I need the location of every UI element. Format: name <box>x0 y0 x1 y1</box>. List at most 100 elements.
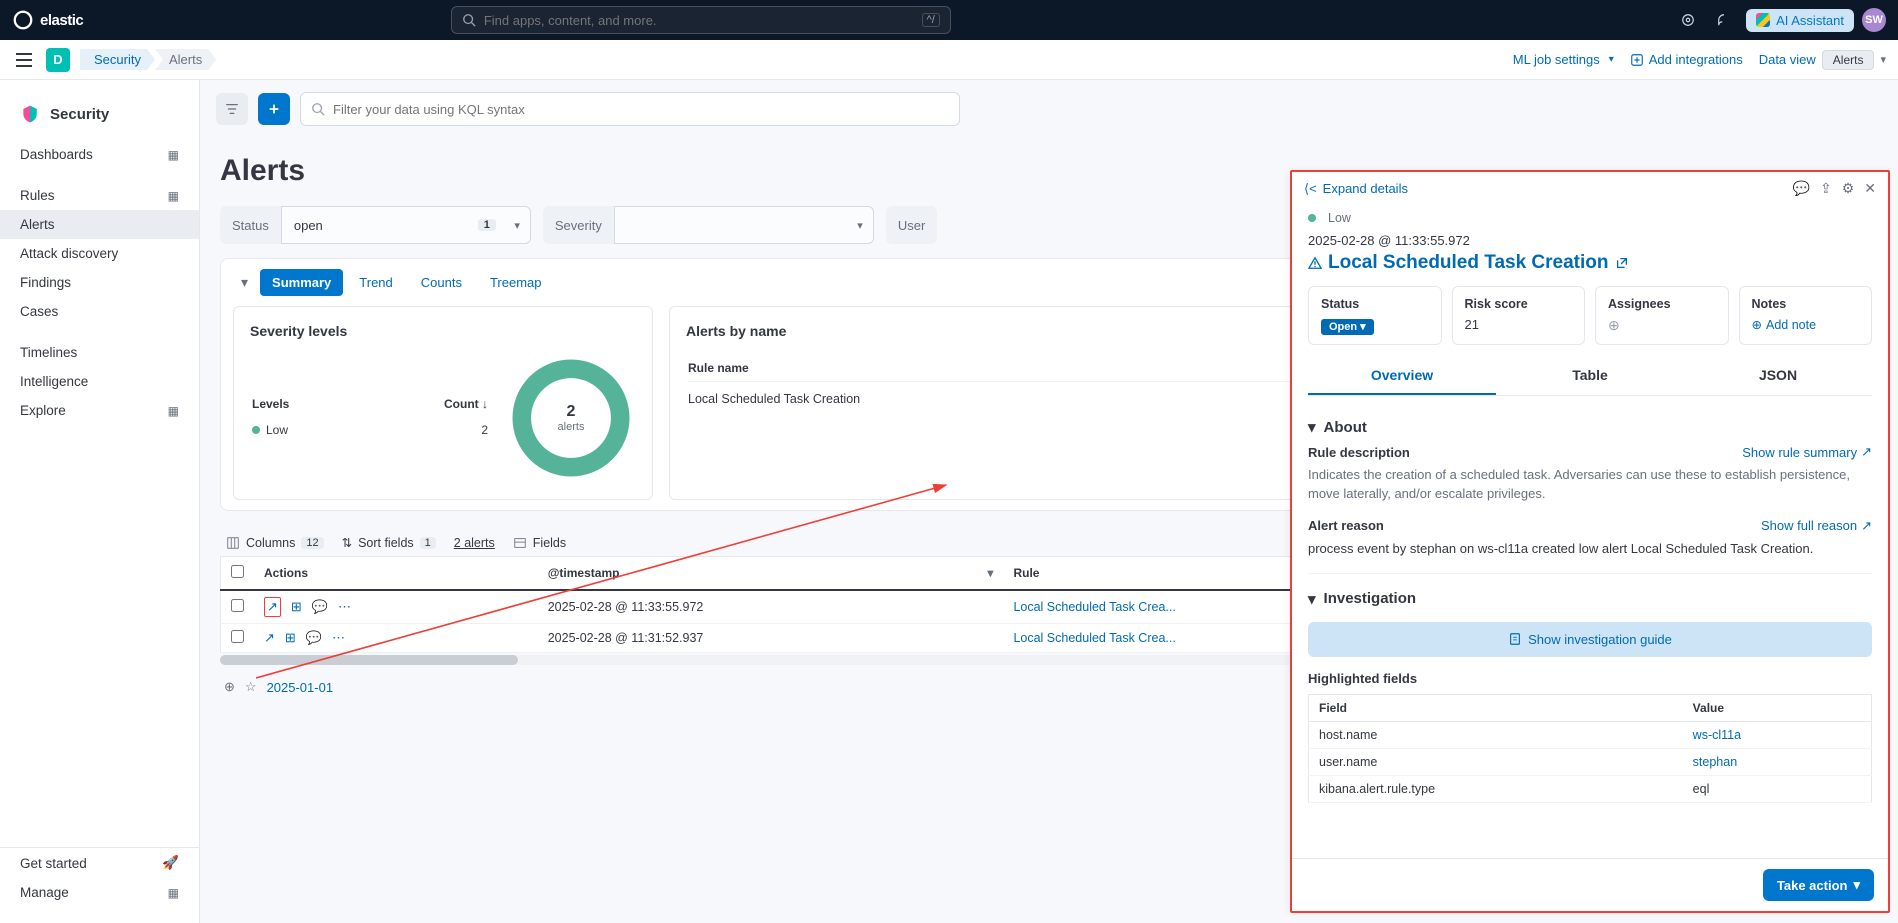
hl-row: user.namestephan <box>1309 748 1872 775</box>
more-actions-icon[interactable]: ⋯ <box>338 599 351 615</box>
analyzer-icon[interactable]: ⊞ <box>285 630 296 646</box>
sidebar-item-get-started[interactable]: Get started🚀 <box>0 848 199 878</box>
help-icon[interactable] <box>1674 6 1702 34</box>
select-all-checkbox[interactable] <box>231 565 244 578</box>
search-icon <box>311 102 325 116</box>
filter-toggle[interactable] <box>216 93 248 125</box>
tab-treemap[interactable]: Treemap <box>478 269 554 296</box>
hl-value-link[interactable]: ws-cl11a <box>1683 721 1872 748</box>
sidebar-item-manage[interactable]: Manage▦ <box>0 878 199 907</box>
alerts-count: 2 alerts <box>454 536 495 550</box>
analyzer-icon[interactable]: ⊞ <box>291 599 302 615</box>
sidebar-item-timelines[interactable]: Timelines <box>0 338 199 367</box>
add-timeline-icon[interactable]: ⊕ <box>224 679 235 695</box>
sidebar-item-attack-discovery[interactable]: Attack discovery <box>0 239 199 268</box>
expand-alert-icon[interactable]: ↗ <box>264 597 281 617</box>
top-bar: elastic ^/ AI Assistant SW <box>0 0 1898 40</box>
add-assignee-icon[interactable]: ⊕ <box>1608 317 1620 333</box>
grid-icon: ▦ <box>168 404 179 418</box>
fields-control[interactable]: Fields <box>513 536 566 550</box>
sidebar-item-cases[interactable]: Cases <box>0 297 199 326</box>
sort-control[interactable]: ⇅Sort fields1 <box>342 535 436 550</box>
filter-icon <box>225 102 239 116</box>
sidebar-item-rules[interactable]: Rules▦ <box>0 181 199 210</box>
plus-circle-icon: ⊕ <box>1752 317 1762 332</box>
share-icon[interactable]: ⇪ <box>1820 180 1832 197</box>
tab-summary[interactable]: Summary <box>260 269 343 296</box>
sidebar-item-dashboards[interactable]: Dashboards▦ <box>0 140 199 169</box>
session-icon[interactable]: 💬 <box>306 630 322 646</box>
flyout-tab-table[interactable]: Table <box>1496 357 1684 395</box>
kql-input[interactable] <box>333 102 949 117</box>
collapse-summary[interactable]: ▾ <box>233 270 256 295</box>
severity-row-low[interactable]: Low2 <box>252 417 488 443</box>
about-section-header[interactable]: ▾About <box>1308 410 1872 444</box>
rule-link[interactable]: Local Scheduled Task Crea... <box>1013 631 1175 645</box>
ai-assistant-label: AI Assistant <box>1776 13 1844 28</box>
rule-link[interactable]: Local Scheduled Task Crea... <box>1013 600 1175 614</box>
rule-desc-label: Rule description <box>1308 445 1410 460</box>
add-integrations[interactable]: Add integrations <box>1630 52 1743 67</box>
flyout-tab-overview[interactable]: Overview <box>1308 357 1496 395</box>
space-selector[interactable]: D <box>46 48 70 72</box>
tab-counts[interactable]: Counts <box>409 269 474 296</box>
favorite-icon[interactable]: ☆ <box>245 679 257 695</box>
global-search[interactable]: ^/ <box>451 6 951 34</box>
add-query-button[interactable] <box>258 93 290 125</box>
rocket-icon: 🚀 <box>162 855 179 871</box>
show-rule-summary-link[interactable]: Show rule summary↗ <box>1742 444 1872 460</box>
elastic-logo-icon <box>12 9 34 31</box>
ai-assistant-button[interactable]: AI Assistant <box>1746 9 1854 32</box>
nav-toggle[interactable] <box>12 48 36 72</box>
flyout-tab-json[interactable]: JSON <box>1684 357 1872 395</box>
take-action-button[interactable]: Take action▾ <box>1763 869 1874 901</box>
session-icon[interactable]: 💬 <box>312 599 328 615</box>
add-note-link[interactable]: ⊕Add note <box>1752 317 1860 332</box>
sidebar-item-intelligence[interactable]: Intelligence <box>0 367 199 396</box>
breadcrumb-security[interactable]: Security <box>80 49 155 70</box>
chat-icon[interactable]: 💬 <box>1793 180 1810 197</box>
status-filter: Status open 1 <box>220 206 531 244</box>
guide-icon <box>1508 632 1522 646</box>
severity-filter: Severity <box>543 206 874 244</box>
hl-value-link[interactable]: stephan <box>1683 748 1872 775</box>
sidebar-item-findings[interactable]: Findings <box>0 268 199 297</box>
chevron-down-icon: ▾ <box>1308 590 1316 608</box>
flyout-title[interactable]: Local Scheduled Task Creation <box>1308 252 1872 274</box>
ml-job-settings[interactable]: ML job settings <box>1513 52 1614 67</box>
global-search-input[interactable] <box>484 13 914 28</box>
expand-details-link[interactable]: ⟨< Expand details <box>1304 181 1408 197</box>
timeline-date[interactable]: 2025-01-01 <box>267 680 334 695</box>
severity-donut: 2alerts <box>506 353 636 483</box>
kql-bar[interactable] <box>300 92 960 126</box>
popout-icon: ↗ <box>1861 518 1872 534</box>
investigation-guide-button[interactable]: Show investigation guide <box>1308 622 1872 657</box>
stat-risk: Risk score 21 <box>1452 286 1586 345</box>
newsfeed-icon[interactable] <box>1710 6 1738 34</box>
sidebar-item-explore[interactable]: Explore▦ <box>0 396 199 425</box>
close-icon[interactable]: ✕ <box>1864 180 1876 197</box>
severity-select[interactable] <box>614 206 874 244</box>
elastic-logo[interactable]: elastic <box>12 9 83 31</box>
expand-alert-icon[interactable]: ↗ <box>264 630 275 646</box>
settings-icon[interactable]: ⚙ <box>1842 180 1855 197</box>
data-view-selector[interactable]: Data view Alerts ▾ <box>1759 50 1886 70</box>
columns-control[interactable]: Columns12 <box>226 536 324 550</box>
external-link-icon <box>1615 256 1629 270</box>
chevron-down-icon: ▾ <box>1308 418 1316 436</box>
breadcrumb-bar: D Security Alerts ML job settings Add in… <box>0 40 1898 80</box>
status-select[interactable]: open 1 <box>281 206 531 244</box>
row-checkbox[interactable] <box>231 630 244 643</box>
warning-icon <box>1308 256 1322 270</box>
status-badge[interactable]: Open ▾ <box>1321 319 1374 335</box>
flyout-tabs: Overview Table JSON <box>1308 357 1872 396</box>
user-avatar[interactable]: SW <box>1862 8 1886 32</box>
row-checkbox[interactable] <box>231 599 244 612</box>
investigation-section-header[interactable]: ▾Investigation <box>1308 582 1872 616</box>
tab-trend[interactable]: Trend <box>347 269 404 296</box>
plus-icon <box>267 102 281 116</box>
rule-description: Indicates the creation of a scheduled ta… <box>1308 466 1872 504</box>
sidebar-item-alerts[interactable]: Alerts <box>0 210 199 239</box>
show-full-reason-link[interactable]: Show full reason↗ <box>1761 518 1872 534</box>
more-actions-icon[interactable]: ⋯ <box>332 630 345 646</box>
